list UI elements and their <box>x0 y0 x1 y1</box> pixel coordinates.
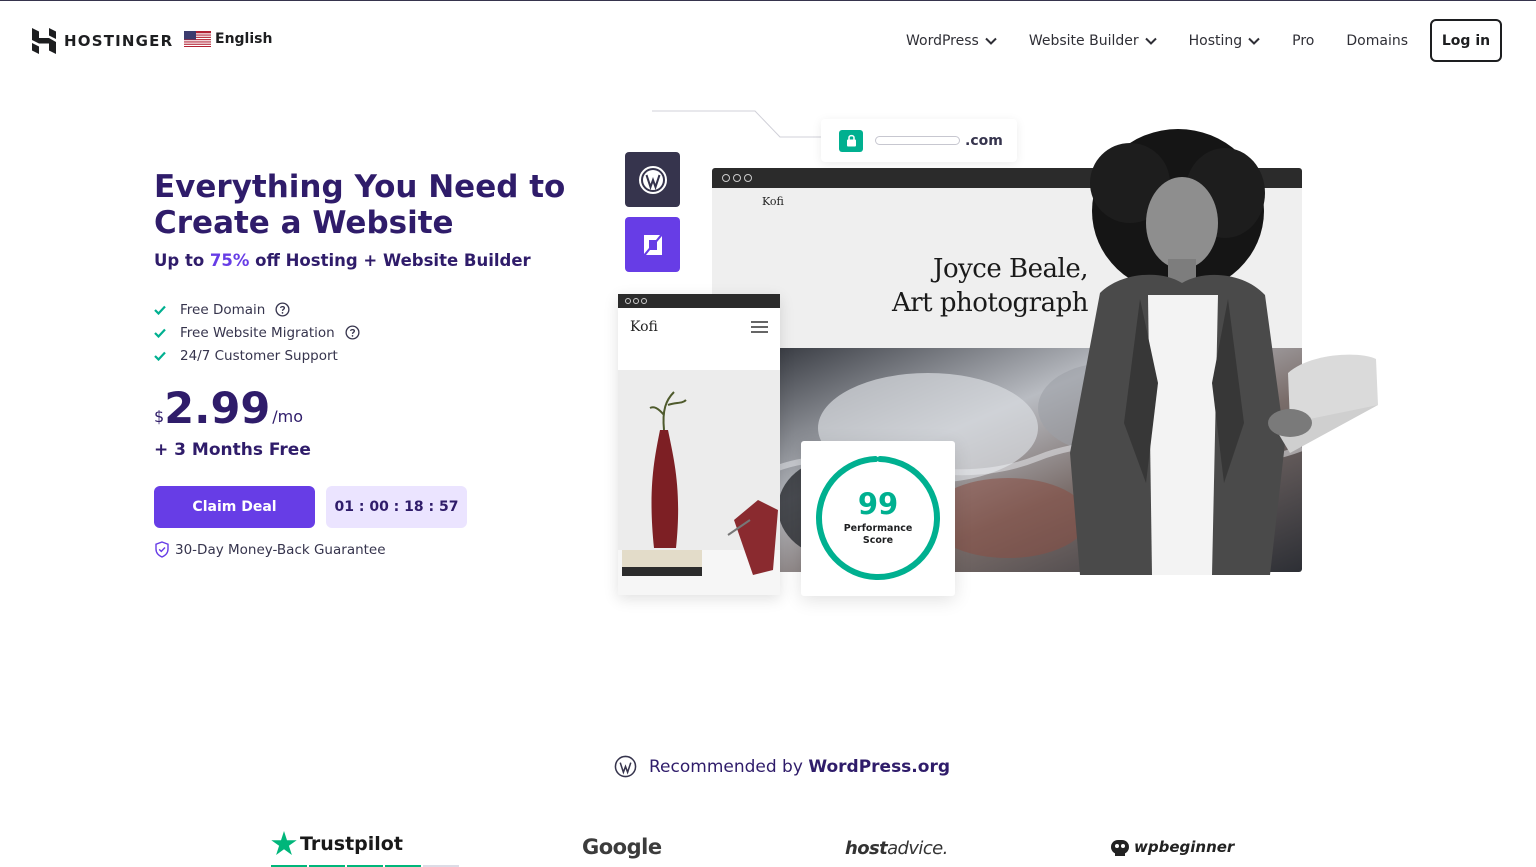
price-amount: 2.99 <box>164 384 271 434</box>
subtitle-prefix: Up to <box>154 251 210 270</box>
nav-website-builder-label: Website Builder <box>1028 32 1139 49</box>
nav-pro-label: Pro <box>1292 32 1315 49</box>
feature-item: 24/7 Customer Support <box>154 344 360 367</box>
hostadvice-bold: host <box>845 838 888 859</box>
brand-name: HOSTINGER <box>64 32 174 50</box>
hero-subtitle: Up to 75% off Hosting + Website Builder <box>154 251 531 270</box>
price-period: /mo <box>272 407 304 426</box>
nav-domains[interactable]: Domains <box>1346 33 1408 49</box>
hamburger-menu-icon <box>751 321 768 333</box>
mobile-brand: Kofi <box>630 319 658 335</box>
feature-item: Free Website Migration <box>154 321 360 344</box>
wpbeginner-icon <box>1111 840 1129 856</box>
check-icon <box>154 351 166 361</box>
chevron-down-icon <box>985 37 997 45</box>
website-builder-icon <box>643 234 662 255</box>
performance-label: Performance Score <box>801 523 955 547</box>
url-tld: .com <box>965 132 1003 149</box>
wordpress-tile <box>625 152 680 207</box>
hero-title: Everything You Need to Create a Website <box>154 169 566 241</box>
hostadvice-logo[interactable]: host advice. <box>845 838 948 859</box>
wordpress-icon <box>614 755 637 778</box>
performance-label-line-1: Performance <box>843 523 913 534</box>
trustpilot-star-icon <box>271 831 297 855</box>
lock-icon <box>839 129 863 152</box>
nav-wordpress-label: WordPress <box>906 32 979 49</box>
language-label: English <box>215 31 273 47</box>
bonus-months: + 3 Months Free <box>154 440 311 460</box>
shield-check-icon <box>155 541 169 558</box>
trustpilot-logo[interactable]: Trustpilot <box>271 831 459 867</box>
nav-wordpress[interactable]: WordPress <box>906 33 997 49</box>
performance-score-card: 99 Performance Score <box>801 441 955 596</box>
feature-label: 24/7 Customer Support <box>180 347 338 364</box>
website-builder-tile <box>625 217 680 272</box>
wordpress-icon <box>638 165 667 194</box>
feature-label: Free Website Migration <box>180 324 335 341</box>
site-brand: Kofi <box>762 195 784 208</box>
claim-deal-button[interactable]: Claim Deal <box>154 486 315 528</box>
nav-website-builder[interactable]: Website Builder <box>1029 33 1157 49</box>
check-icon <box>154 328 166 338</box>
recommended-prefix: Recommended by <box>649 756 809 777</box>
wpbeginner-label: wpbeginner <box>1134 838 1235 856</box>
wpbeginner-logo[interactable]: wpbeginner <box>1110 837 1234 857</box>
nav-pro[interactable]: Pro <box>1292 33 1314 49</box>
countdown-timer: 01 : 00 : 18 : 57 <box>326 486 467 528</box>
price-currency: $ <box>154 407 165 426</box>
nav-hosting[interactable]: Hosting <box>1189 33 1261 49</box>
google-logo[interactable]: Google <box>582 835 662 859</box>
hostadvice-rest: advice. <box>887 838 948 859</box>
recommended-by-wordpress: Recommended by WordPress.org <box>614 755 950 778</box>
main-nav: WordPress Website Builder Hosting Pro Do… <box>874 19 1502 62</box>
hostinger-logo[interactable]: HOSTINGER <box>32 28 173 54</box>
mobile-browser-bar <box>618 294 780 308</box>
performance-label-line-2: Score <box>862 535 894 546</box>
vase-photo <box>618 370 780 595</box>
performance-score: 99 <box>857 487 899 521</box>
chevron-down-icon <box>1248 37 1260 45</box>
site-header: HOSTINGER English WordPress Website Buil… <box>0 1 1536 81</box>
domain-url-bar: .com <box>821 119 1017 162</box>
money-back-guarantee: 30-Day Money-Back Guarantee <box>154 541 386 558</box>
nav-hosting-label: Hosting <box>1188 32 1243 49</box>
recommended-source: WordPress.org <box>808 756 950 777</box>
discount-percent: 75% <box>209 251 250 270</box>
trustpilot-label: Trustpilot <box>300 832 403 855</box>
help-circle-icon[interactable] <box>345 325 360 340</box>
check-icon <box>154 305 166 315</box>
price-display: $ 2.99 /mo <box>154 387 303 431</box>
chevron-down-icon <box>1144 37 1157 45</box>
us-flag-icon <box>184 31 211 47</box>
photographer-with-laptop-image <box>1070 129 1378 575</box>
hero-illustration: .com Kofi Joyce Beale, Art photograph Ko… <box>600 101 1390 611</box>
feature-item: Free Domain <box>154 298 360 321</box>
language-selector[interactable]: English <box>184 31 272 47</box>
feature-label: Free Domain <box>180 301 266 318</box>
nav-domains-label: Domains <box>1346 32 1408 49</box>
hostinger-logo-icon <box>32 28 56 54</box>
help-circle-icon[interactable] <box>275 302 290 317</box>
recommended-text: Recommended by WordPress.org <box>649 757 950 777</box>
feature-list: Free Domain Free Website Migration 24/7 … <box>154 298 360 367</box>
mobile-site-mockup: Kofi <box>618 294 780 595</box>
url-placeholder-line <box>875 136 960 145</box>
subtitle-suffix: off Hosting + Website Builder <box>249 251 531 270</box>
guarantee-label: 30-Day Money-Back Guarantee <box>175 541 386 558</box>
login-button[interactable]: Log in <box>1430 19 1502 62</box>
